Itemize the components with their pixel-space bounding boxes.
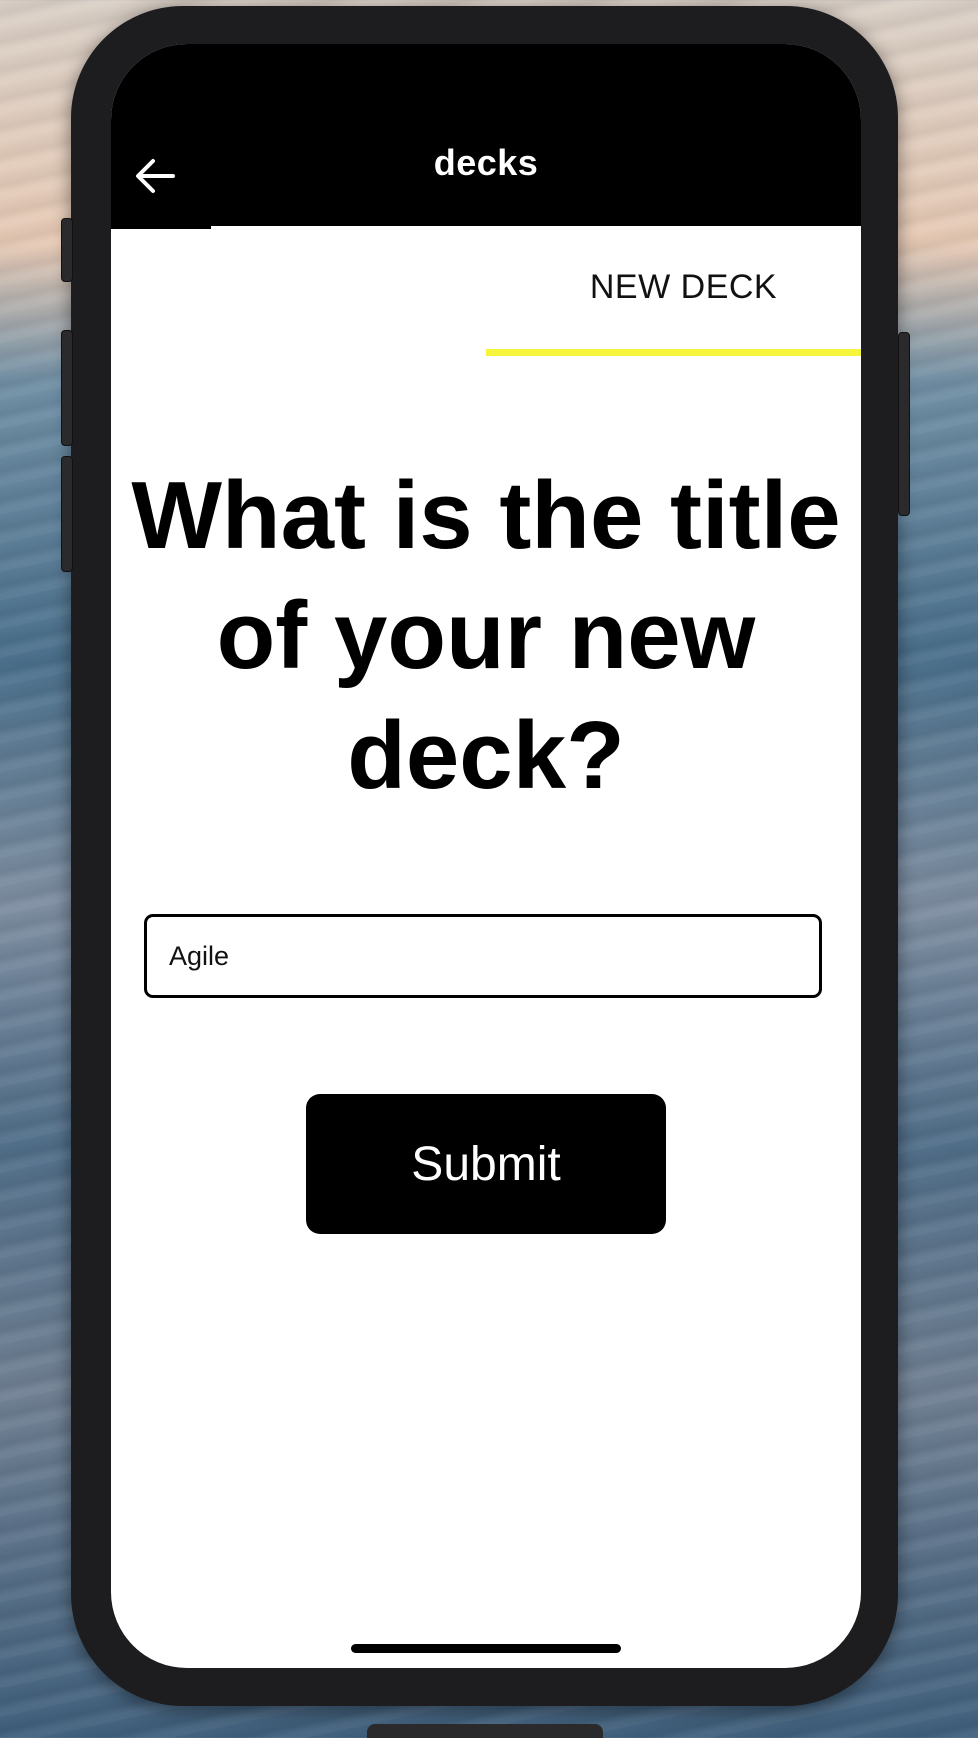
deck-title-question: What is the title of your new deck?	[131, 462, 841, 809]
app-screen: decks NEW DECK What is the title of your…	[111, 44, 861, 1668]
phone-frame: decks NEW DECK What is the title of your…	[61, 6, 910, 1706]
tab-bar: NEW DECK	[111, 226, 861, 356]
home-indicator	[351, 1644, 621, 1653]
dock-edge	[367, 1724, 603, 1738]
submit-button[interactable]: Submit	[306, 1094, 666, 1234]
header-title: decks	[433, 142, 539, 183]
volume-up-button	[61, 330, 73, 446]
deck-title-input[interactable]	[144, 914, 822, 998]
notch	[278, 44, 696, 104]
tab-divider	[111, 226, 211, 229]
mute-switch	[61, 218, 73, 282]
tab-label: NEW DECK	[589, 268, 778, 306]
active-tab-indicator	[486, 349, 861, 356]
volume-down-button	[61, 456, 73, 572]
power-button	[898, 332, 910, 516]
tab-new-deck[interactable]: NEW DECK	[486, 226, 861, 356]
header-bar: decks	[111, 44, 861, 226]
